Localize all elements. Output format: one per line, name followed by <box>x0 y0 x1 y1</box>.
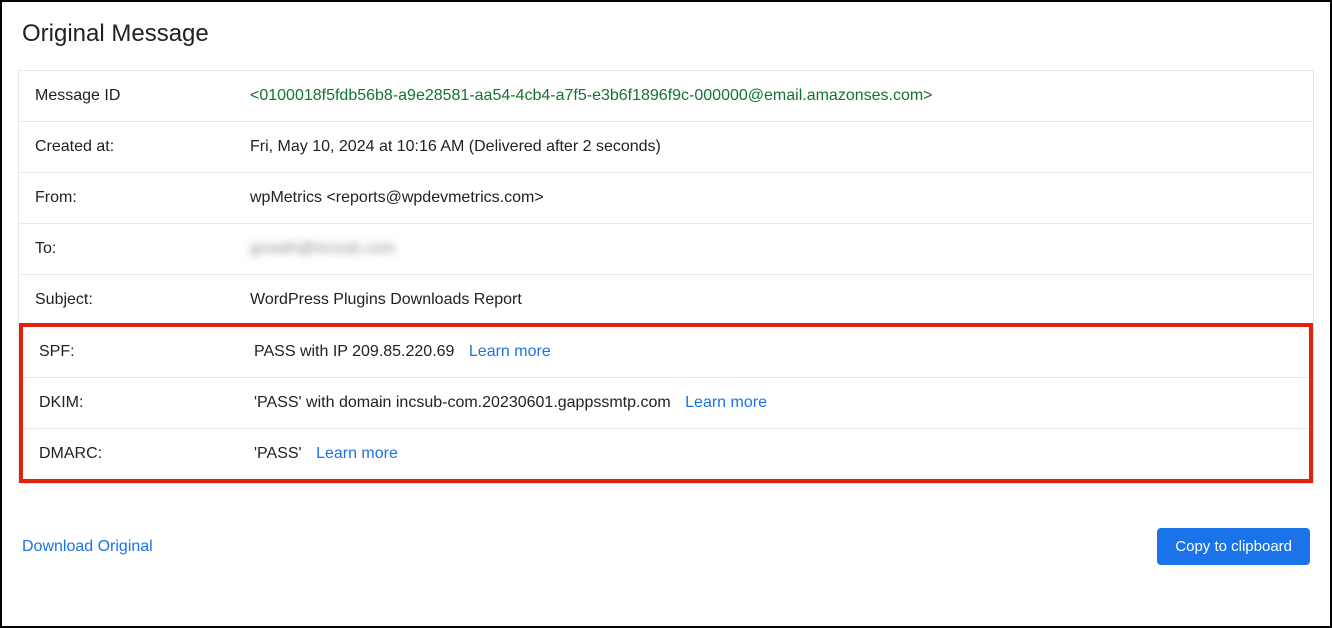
to-label: To: <box>35 240 250 258</box>
dmarc-row: DMARC: 'PASS' Learn more <box>23 429 1309 479</box>
spf-value: PASS with IP 209.85.220.69 <box>254 343 454 360</box>
subject-label: Subject: <box>35 291 250 309</box>
to-value: growth@incsub.com <box>250 240 1297 258</box>
from-row: From: wpMetrics <reports@wpdevmetrics.co… <box>19 173 1313 224</box>
dmarc-value-cell: 'PASS' Learn more <box>254 445 1293 463</box>
spf-label: SPF: <box>39 343 254 361</box>
dkim-learn-more-link[interactable]: Learn more <box>685 394 767 411</box>
from-label: From: <box>35 189 250 207</box>
message-id-row: Message ID <0100018f5fdb56b8-a9e28581-aa… <box>19 71 1313 122</box>
spf-learn-more-link[interactable]: Learn more <box>469 343 551 360</box>
download-original-link[interactable]: Download Original <box>22 538 153 556</box>
dkim-row: DKIM: 'PASS' with domain incsub-com.2023… <box>23 378 1309 429</box>
spf-value-cell: PASS with IP 209.85.220.69 Learn more <box>254 343 1293 361</box>
copy-to-clipboard-button[interactable]: Copy to clipboard <box>1157 528 1310 565</box>
created-at-value: Fri, May 10, 2024 at 10:16 AM (Delivered… <box>250 138 1297 156</box>
page-title: Original Message <box>18 20 1314 48</box>
spf-row: SPF: PASS with IP 209.85.220.69 Learn mo… <box>23 327 1309 378</box>
subject-row: Subject: WordPress Plugins Downloads Rep… <box>19 275 1313 326</box>
subject-value: WordPress Plugins Downloads Report <box>250 291 1297 309</box>
dkim-value: 'PASS' with domain incsub-com.20230601.g… <box>254 394 671 411</box>
to-blurred-value: growth@incsub.com <box>250 240 395 257</box>
to-row: To: growth@incsub.com <box>19 224 1313 275</box>
dmarc-label: DMARC: <box>39 445 254 463</box>
message-headers-table: Message ID <0100018f5fdb56b8-a9e28581-aa… <box>18 70 1314 484</box>
dmarc-value: 'PASS' <box>254 445 302 462</box>
from-value: wpMetrics <reports@wpdevmetrics.com> <box>250 189 1297 207</box>
auth-results-highlight: SPF: PASS with IP 209.85.220.69 Learn mo… <box>19 323 1313 483</box>
dkim-value-cell: 'PASS' with domain incsub-com.20230601.g… <box>254 394 1293 412</box>
created-at-label: Created at: <box>35 138 250 156</box>
message-id-label: Message ID <box>35 87 250 105</box>
dkim-label: DKIM: <box>39 394 254 412</box>
dmarc-learn-more-link[interactable]: Learn more <box>316 445 398 462</box>
created-at-row: Created at: Fri, May 10, 2024 at 10:16 A… <box>19 122 1313 173</box>
original-message-panel: Original Message Message ID <0100018f5fd… <box>0 0 1332 628</box>
message-id-value: <0100018f5fdb56b8-a9e28581-aa54-4cb4-a7f… <box>250 87 1297 105</box>
actions-bar: Download Original Copy to clipboard <box>18 528 1314 565</box>
